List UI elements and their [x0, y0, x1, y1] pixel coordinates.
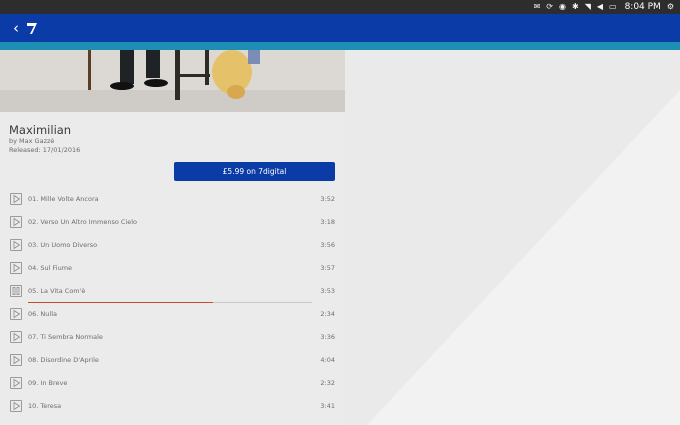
- 7digital-logo: [27, 23, 37, 34]
- track-title: 08. Disordine D'Aprile: [28, 356, 99, 364]
- play-icon: [13, 401, 21, 411]
- track-progress-bar[interactable]: [28, 302, 312, 303]
- play-button[interactable]: [10, 308, 22, 320]
- play-icon: [13, 217, 21, 227]
- background-decoration: [345, 50, 680, 425]
- track-duration: 2:32: [320, 379, 335, 387]
- track-row[interactable]: 07. Ti Sembra Normale 3:36: [0, 328, 345, 351]
- track-duration: 3:57: [320, 264, 335, 272]
- sync-icon[interactable]: ⟳: [546, 0, 553, 14]
- track-row[interactable]: 04. Sul Fiume 3:57: [0, 259, 345, 282]
- pause-button[interactable]: [10, 285, 22, 297]
- play-icon: [13, 355, 21, 365]
- back-button[interactable]: ‹: [10, 14, 22, 42]
- track-progress-fill: [28, 302, 213, 303]
- mail-icon[interactable]: ✉: [534, 0, 541, 14]
- battery-icon[interactable]: ▭: [609, 0, 617, 14]
- release-date: Released: 17/01/2016: [9, 146, 81, 154]
- album-artist: by Max Gazzè: [9, 137, 55, 145]
- track-title: 06. Nulla: [28, 310, 57, 318]
- play-button[interactable]: [10, 216, 22, 228]
- track-duration: 3:53: [320, 287, 335, 295]
- play-button[interactable]: [10, 239, 22, 251]
- play-button[interactable]: [10, 400, 22, 412]
- power-icon[interactable]: ⚙: [667, 0, 674, 14]
- play-icon: [13, 332, 21, 342]
- track-row[interactable]: 10. Teresa 3:41: [0, 397, 345, 420]
- album-title: Maximilian: [9, 123, 72, 137]
- track-row[interactable]: 06. Nulla 2:34: [0, 305, 345, 328]
- track-title: 02. Verso Un Altro Immenso Cielo: [28, 218, 138, 226]
- track-title: 10. Teresa: [28, 402, 62, 410]
- pause-icon: [12, 287, 20, 295]
- track-title: 09. In Breve: [28, 379, 68, 387]
- app-header: ‹: [0, 14, 680, 42]
- volume-icon[interactable]: ◀: [597, 0, 603, 14]
- play-icon: [13, 309, 21, 319]
- play-button[interactable]: [10, 354, 22, 366]
- track-duration: 2:34: [320, 310, 335, 318]
- buy-album-button[interactable]: £5.99 on 7digital: [174, 162, 335, 181]
- track-duration: 4:04: [320, 356, 335, 364]
- accent-strip: [0, 42, 680, 50]
- system-status-bar: ✉ ⟳ ◉ ✱ ◥ ◀ ▭ 8:04 PM ⚙: [0, 0, 680, 14]
- track-row[interactable]: 01. Mille Volte Ancora 3:52: [0, 190, 345, 213]
- bluetooth-icon[interactable]: ✱: [572, 0, 579, 14]
- album-cover-image: [0, 50, 345, 112]
- track-duration: 3:36: [320, 333, 335, 341]
- play-icon: [13, 240, 21, 250]
- play-button[interactable]: [10, 262, 22, 274]
- location-icon[interactable]: ◉: [559, 0, 566, 14]
- play-button[interactable]: [10, 331, 22, 343]
- track-row[interactable]: 02. Verso Un Altro Immenso Cielo 3:18: [0, 213, 345, 236]
- play-icon: [13, 378, 21, 388]
- track-title: 01. Mille Volte Ancora: [28, 195, 99, 203]
- play-icon: [13, 263, 21, 273]
- wifi-icon[interactable]: ◥: [585, 0, 591, 14]
- track-duration: 3:18: [320, 218, 335, 226]
- play-button[interactable]: [10, 377, 22, 389]
- track-row[interactable]: 09. In Breve 2:32: [0, 374, 345, 397]
- play-button[interactable]: [10, 193, 22, 205]
- play-icon: [13, 194, 21, 204]
- track-row[interactable]: 05. La Vita Com'è 3:53: [0, 282, 345, 305]
- album-panel: Maximilian by Max Gazzè Released: 17/01/…: [0, 50, 345, 425]
- track-title: 05. La Vita Com'è: [28, 287, 86, 295]
- track-title: 03. Un Uomo Diverso: [28, 241, 98, 249]
- track-row[interactable]: 08. Disordine D'Aprile 4:04: [0, 351, 345, 374]
- clock[interactable]: 8:04 PM: [625, 2, 661, 12]
- track-duration: 3:41: [320, 402, 335, 410]
- chevron-left-icon: ‹: [13, 19, 19, 37]
- track-duration: 3:52: [320, 195, 335, 203]
- track-row[interactable]: 03. Un Uomo Diverso 3:56: [0, 236, 345, 259]
- track-title: 07. Ti Sembra Normale: [28, 333, 103, 341]
- track-duration: 3:56: [320, 241, 335, 249]
- track-title: 04. Sul Fiume: [28, 264, 73, 272]
